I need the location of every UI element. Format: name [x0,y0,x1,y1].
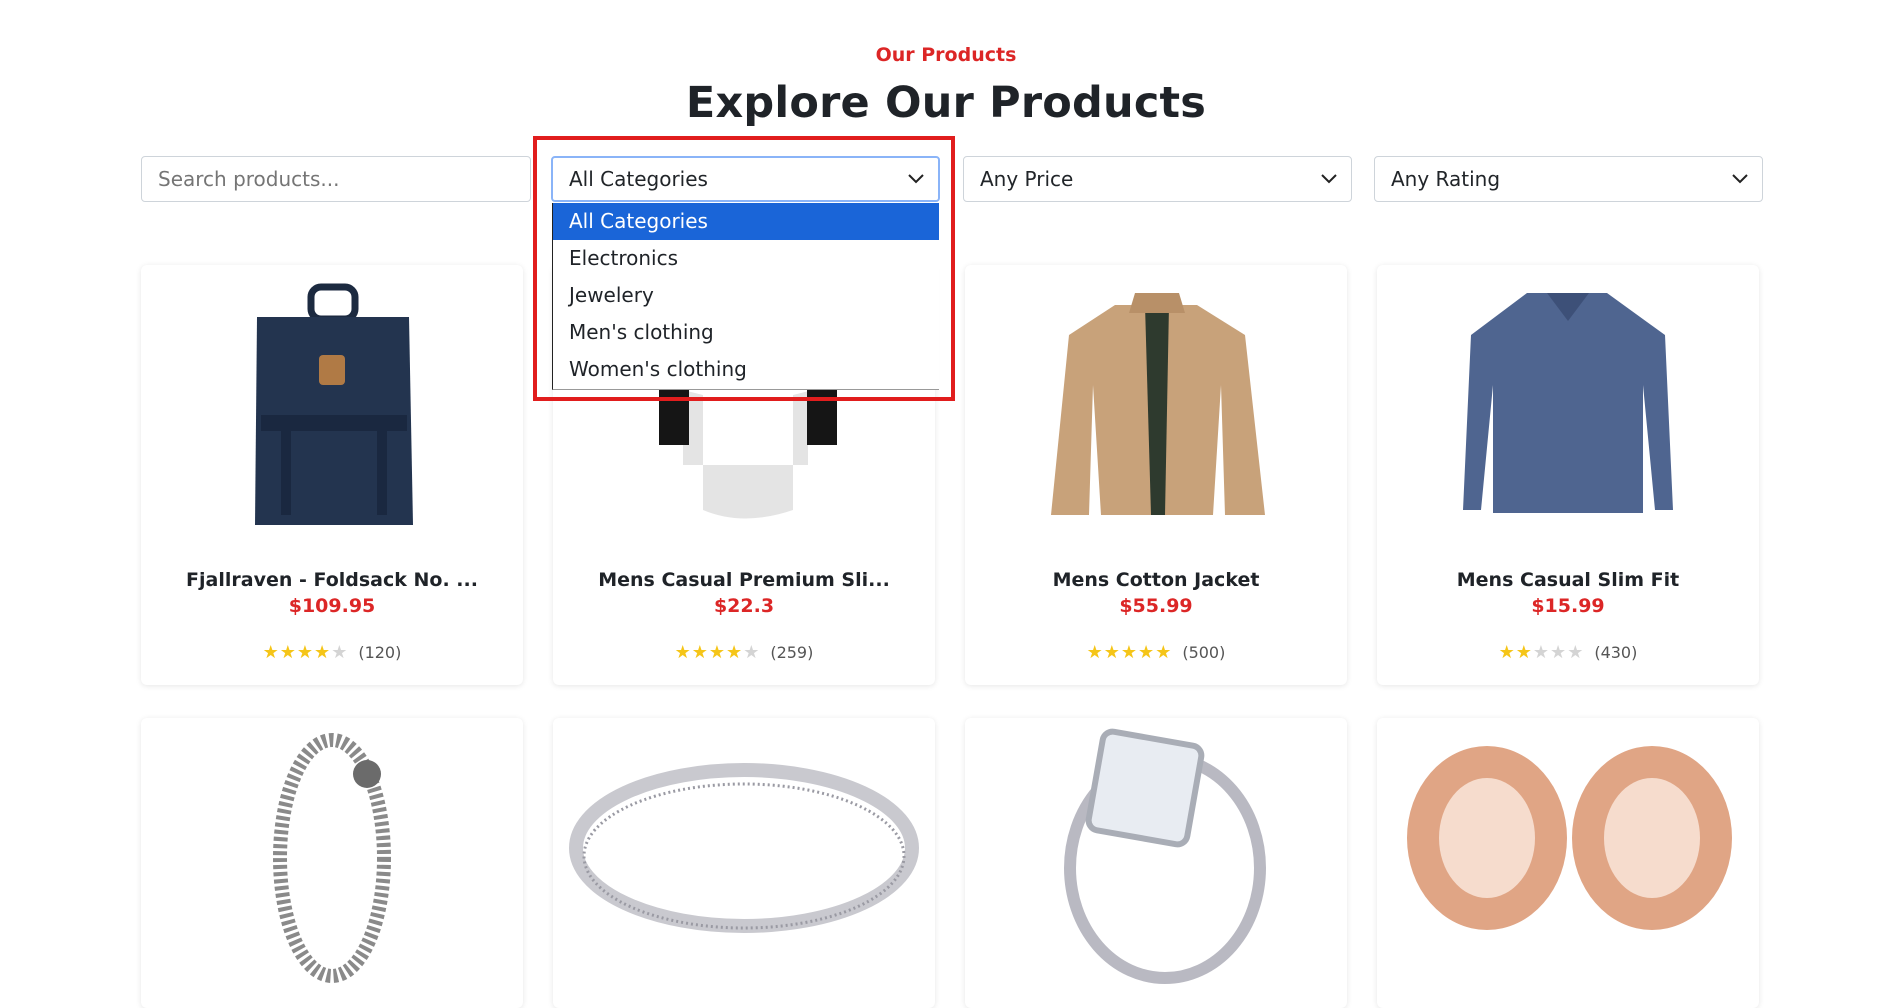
product-card[interactable]: Mens Cotton Jacket $55.99 ★ ★ ★ ★ ★ (500) [965,265,1347,685]
star-icon: ★ [1515,641,1532,663]
review-count: (259) [770,643,814,662]
product-card[interactable] [553,718,935,1008]
star-icon: ★ [708,641,726,663]
product-image-longsleeve [1463,293,1673,513]
category-select[interactable]: All Categories [551,156,940,202]
product-price: $55.99 [1119,595,1193,617]
star-icon: ★ [1120,641,1138,663]
product-rating: ★ ★ ★ ★ ★ (120) [141,643,523,662]
product-card[interactable] [141,718,523,1008]
star-icon: ★ [1532,641,1550,663]
product-image-bracelet [273,733,391,983]
product-image-plugs [1407,746,1732,930]
star-icon: ★ [1567,641,1584,663]
product-rating: ★ ★ ★ ★ ★ (259) [553,643,935,662]
category-option-jewelery[interactable]: Jewelery [553,277,939,314]
review-count: (500) [1182,643,1226,662]
star-icon: ★ [1138,641,1155,663]
star-icon: ★ [331,641,348,663]
section-eyebrow: Our Products [875,44,1017,66]
product-card[interactable] [1377,718,1759,1008]
product-card[interactable] [965,718,1347,1008]
product-price: $15.99 [1531,595,1605,617]
category-option-mens-clothing[interactable]: Men's clothing [553,314,939,351]
product-title[interactable]: Mens Casual Premium Sli... [553,569,935,591]
star-icon: ★ [1086,641,1103,663]
category-option-electronics[interactable]: Electronics [553,240,939,277]
category-option-womens-clothing[interactable]: Women's clothing [553,351,939,388]
star-icon: ★ [1103,641,1120,663]
price-select-value: Any Price [980,167,1074,191]
star-icon: ★ [1498,641,1515,663]
product-image-diamond-ring [1064,728,1266,984]
star-icon: ★ [296,641,314,663]
chevron-down-icon [1732,157,1748,201]
price-select[interactable]: Any Price [963,156,1352,202]
product-image-ring [569,763,919,933]
star-icon: ★ [691,641,708,663]
category-option-all[interactable]: All Categories [553,203,939,240]
product-rating: ★ ★ ★ ★ ★ (430) [1377,643,1759,662]
star-icon: ★ [674,641,691,663]
product-title[interactable]: Fjallraven - Foldsack No. ... [141,569,523,591]
star-icon: ★ [1155,641,1172,663]
review-count: (430) [1594,643,1638,662]
product-title[interactable]: Mens Casual Slim Fit [1377,569,1759,591]
product-price: $109.95 [288,595,376,617]
star-icon: ★ [1550,641,1567,663]
star-icon: ★ [262,641,279,663]
chevron-down-icon [1321,157,1337,201]
product-card[interactable]: Fjallraven - Foldsack No. ... $109.95 ★ ★… [141,265,523,685]
product-image-jacket [1051,293,1265,515]
category-select-value: All Categories [569,167,708,191]
star-icon: ★ [726,641,743,663]
category-dropdown-list: All Categories Electronics Jewelery Men'… [552,203,939,390]
product-rating: ★ ★ ★ ★ ★ (500) [965,643,1347,662]
product-price: $22.3 [713,595,775,617]
page-title: Explore Our Products [685,78,1207,128]
search-input[interactable] [141,156,531,202]
chevron-down-icon [908,158,924,200]
star-icon: ★ [743,641,760,663]
rating-select-value: Any Rating [1391,167,1501,191]
star-icon: ★ [279,641,296,663]
product-card[interactable]: Mens Casual Slim Fit $15.99 ★ ★ ★ ★ ★ (430) [1377,265,1759,685]
product-image-backpack [255,283,413,525]
rating-select[interactable]: Any Rating [1374,156,1763,202]
product-title[interactable]: Mens Cotton Jacket [965,569,1347,591]
star-icon: ★ [314,641,331,663]
review-count: (120) [358,643,402,662]
